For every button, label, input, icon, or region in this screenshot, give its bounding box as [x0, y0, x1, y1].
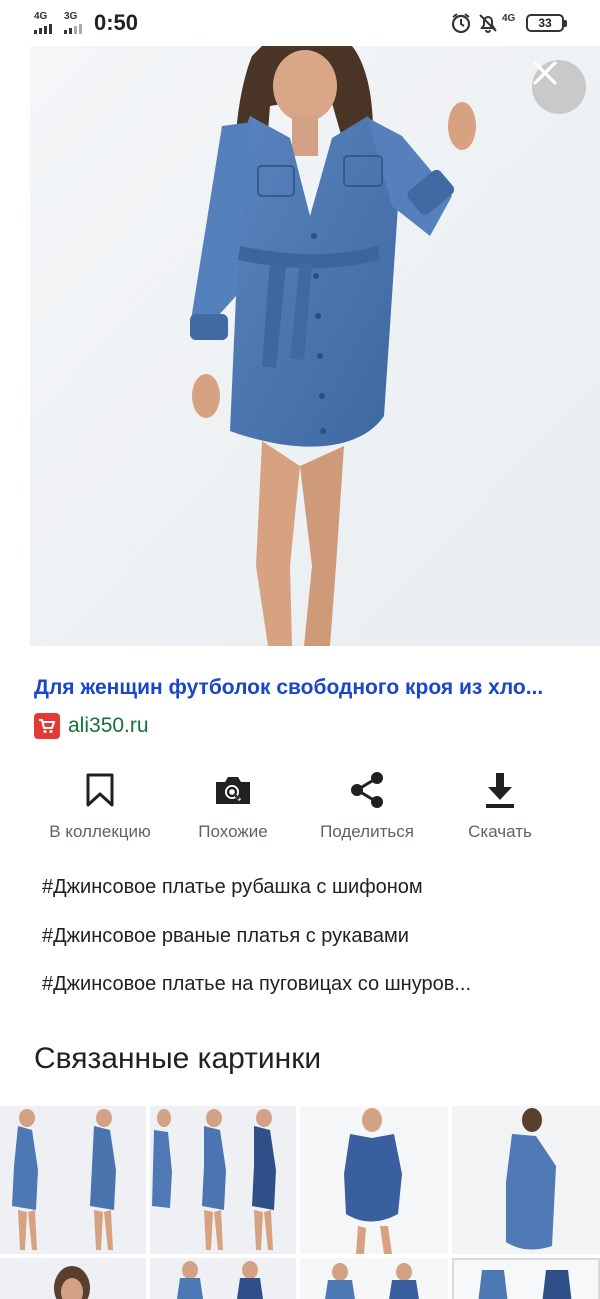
- similar-label: Похожие: [198, 822, 268, 841]
- denim-dress-thumb: [300, 1106, 448, 1254]
- related-tag[interactable]: #Джинсовое платье на пуговицах со шнуров…: [42, 973, 562, 996]
- share-icon: [351, 772, 383, 808]
- related-image-thumb[interactable]: [300, 1258, 448, 1299]
- alarm-icon: [451, 13, 471, 34]
- status-time: 0:50: [94, 10, 139, 35]
- source-domain: ali350.ru: [68, 714, 149, 737]
- shopping-cart-icon: [34, 713, 60, 739]
- denim-dress-thumb: [452, 1106, 600, 1254]
- close-button[interactable]: [532, 60, 586, 114]
- similar-button[interactable]: Похожие: [163, 770, 303, 842]
- related-image-thumb[interactable]: [150, 1258, 296, 1299]
- denim-dress-thumb: [454, 1260, 598, 1299]
- add-to-collection-label: В коллекцию: [49, 822, 151, 841]
- related-tag[interactable]: #Джинсовое рваные платья с рукавами: [42, 925, 562, 948]
- denim-dress-thumb: [150, 1258, 296, 1299]
- download-label: Скачать: [468, 822, 532, 841]
- share-label: Поделиться: [320, 822, 414, 841]
- source-link[interactable]: ali350.ru: [34, 712, 149, 740]
- status-bar: 4G 3G 0:50 4G 33: [0, 0, 600, 46]
- related-tag[interactable]: #Джинсовое платье рубашка с шифоном: [42, 876, 562, 899]
- action-bar: В коллекцию Похожие Поделиться Скачать: [0, 770, 600, 850]
- portrait-thumb: [0, 1258, 146, 1299]
- add-to-collection-button[interactable]: В коллекцию: [30, 770, 170, 842]
- denim-dress-thumb: [150, 1106, 296, 1254]
- related-image-thumb[interactable]: [150, 1106, 296, 1254]
- denim-dress-thumb: [300, 1258, 448, 1299]
- denim-dress-thumb: [0, 1106, 146, 1254]
- download-icon: [486, 773, 514, 808]
- related-image-thumb[interactable]: [452, 1106, 600, 1254]
- related-image-thumb[interactable]: [0, 1258, 146, 1299]
- download-button[interactable]: Скачать: [430, 770, 570, 842]
- share-button[interactable]: Поделиться: [297, 770, 437, 842]
- denim-dress-photo: [30, 46, 600, 646]
- bookmark-icon: [86, 773, 114, 807]
- related-image-thumb[interactable]: [452, 1258, 600, 1299]
- related-image-thumb[interactable]: [300, 1106, 448, 1254]
- signal-3g-indicator: 3G: [64, 12, 82, 34]
- close-icon: [533, 61, 557, 85]
- related-image-thumb[interactable]: [0, 1106, 146, 1254]
- battery-indicator: 33: [526, 14, 567, 32]
- signal-4g-indicator: 4G: [34, 12, 52, 34]
- result-title-link[interactable]: Для женщин футболок свободного кроя из х…: [34, 676, 574, 700]
- mute-bell-icon: [479, 14, 497, 33]
- related-images-heading: Связанные картинки: [34, 1042, 322, 1075]
- lens-search-icon: [216, 777, 250, 804]
- signal-4g-indicator-2: 4G: [502, 13, 516, 24]
- main-image[interactable]: [0, 46, 600, 646]
